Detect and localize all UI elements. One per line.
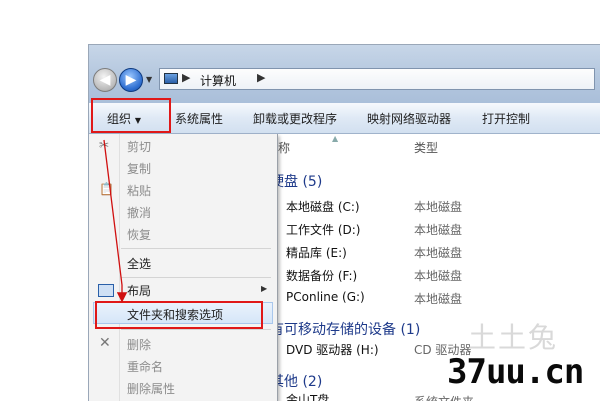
watermark-text: 37uu.cn	[447, 352, 584, 392]
watermark-logo: 土土兔	[468, 321, 559, 354]
